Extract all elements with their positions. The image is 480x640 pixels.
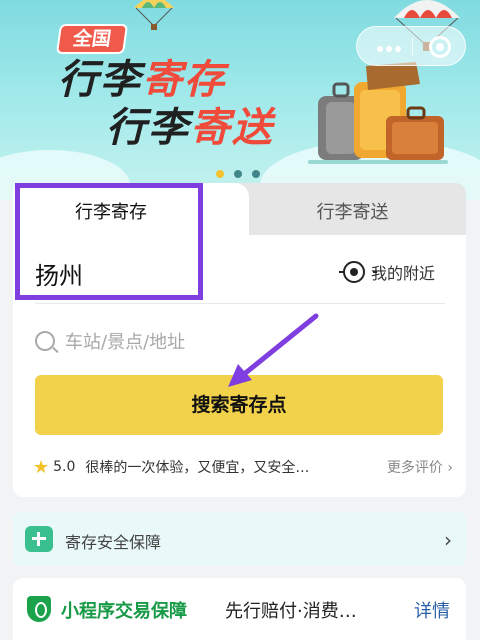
close-miniprogram-icon[interactable]	[429, 36, 451, 58]
security-label: 寄存安全保障	[65, 533, 162, 552]
banner-title-line2: 行李寄送	[106, 105, 274, 151]
guarantee-desc: 先行赔付·消费…	[225, 601, 357, 622]
carousel-dot[interactable]	[234, 170, 242, 178]
miniprogram-capsule[interactable]	[356, 26, 466, 66]
tab-luggage-delivery[interactable]: 行李寄送	[239, 183, 466, 235]
nationwide-badge: 全国	[55, 24, 129, 54]
guarantee-title: 小程序交易保障	[61, 601, 187, 622]
capsule-divider	[412, 38, 413, 56]
more-menu-icon[interactable]	[377, 45, 404, 54]
luggage-illustration	[308, 62, 448, 164]
highlight-box	[15, 183, 203, 300]
nearby-button[interactable]: 我的附近	[339, 259, 436, 285]
divider	[35, 303, 445, 304]
guarantee-shield-icon	[27, 596, 51, 622]
plus-shield-icon	[25, 526, 53, 552]
storage-security-banner[interactable]: 寄存安全保障 ›	[13, 512, 466, 566]
rating-score: 5.0	[53, 459, 76, 475]
tab-label: 行李寄送	[316, 202, 389, 223]
review-snippet: 很棒的一次体验，又便宜，又安全…	[85, 460, 310, 476]
parachute-icon	[134, 0, 174, 30]
carousel-dot[interactable]	[252, 170, 260, 178]
guarantee-details-link[interactable]: 详情	[414, 597, 450, 623]
carousel-dot-active[interactable]	[216, 170, 224, 178]
nearby-label: 我的附近	[371, 264, 436, 283]
banner-title-line1: 行李寄存	[58, 57, 226, 103]
chevron-right-icon: ›	[444, 528, 452, 552]
search-placeholder: 车站/景点/地址	[65, 332, 186, 353]
search-icon	[35, 331, 55, 351]
locate-icon	[339, 261, 377, 283]
star-icon: ★	[33, 456, 50, 478]
promo-banner[interactable]: 全国 行李寄存 行李寄送	[0, 0, 480, 200]
more-reviews-link[interactable]: 更多评价 ›	[387, 457, 453, 477]
review-summary[interactable]: ★ 5.0 很棒的一次体验，又便宜，又安全… 更多评价 ›	[33, 455, 453, 479]
transaction-guarantee-bar[interactable]: 小程序交易保障 先行赔付·消费… 详情	[13, 578, 466, 640]
search-storage-button[interactable]: 搜索寄存点	[35, 375, 443, 435]
carousel-indicator	[216, 163, 270, 182]
search-input[interactable]: 车站/景点/地址	[35, 323, 185, 359]
